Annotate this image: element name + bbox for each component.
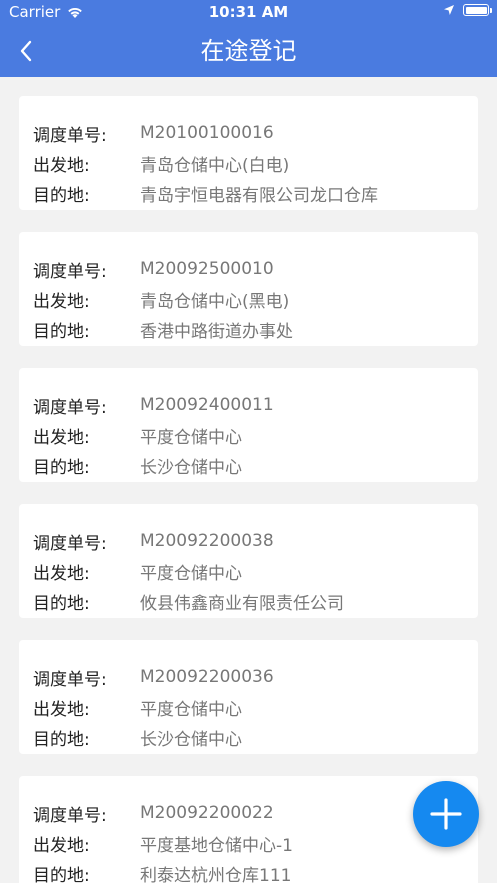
origin-row: 出发地: 平度仓储中心 xyxy=(33,556,464,586)
dispatch-no-row: 调度单号: M20092200022 xyxy=(33,798,464,828)
origin-label: 出发地: xyxy=(33,699,90,720)
dispatch-no-label: 调度单号: xyxy=(33,261,107,282)
record-list[interactable]: 调度单号: M20100100016 出发地: 青岛仓储中心(白电) 目的地: 青岛宇恒电… xyxy=(0,77,497,883)
origin-value: 平度基地仓储中心-1 xyxy=(140,835,293,856)
status-bar: Carrier 10:31 AM xyxy=(0,0,497,25)
nav-bar: 在途登记 xyxy=(0,25,497,77)
destination-label: 目的地: xyxy=(33,185,90,206)
origin-value: 平度仓储中心 xyxy=(140,699,242,720)
origin-value: 平度仓储中心 xyxy=(140,427,242,448)
dispatch-no-value: M20092200022 xyxy=(140,803,274,823)
dispatch-no-value: M20092200038 xyxy=(140,531,274,551)
origin-label: 出发地: xyxy=(33,291,90,312)
destination-row: 目的地: 青岛宇恒电器有限公司龙口仓库 xyxy=(33,178,464,208)
destination-value: 攸县伟鑫商业有限责任公司 xyxy=(140,593,344,614)
origin-row: 出发地: 平度仓储中心 xyxy=(33,692,464,722)
dispatch-no-row: 调度单号: M20100100016 xyxy=(33,118,464,148)
dispatch-no-label: 调度单号: xyxy=(33,669,107,690)
dispatch-no-label: 调度单号: xyxy=(33,533,107,554)
destination-row: 目的地: 攸县伟鑫商业有限责任公司 xyxy=(33,586,464,616)
add-record-button[interactable] xyxy=(413,781,479,847)
destination-label: 目的地: xyxy=(33,593,90,614)
destination-label: 目的地: xyxy=(33,321,90,342)
dispatch-no-label: 调度单号: xyxy=(33,805,107,826)
dispatch-no-label: 调度单号: xyxy=(33,125,107,146)
origin-value: 青岛仓储中心(黑电) xyxy=(140,291,290,312)
dispatch-no-label: 调度单号: xyxy=(33,397,107,418)
dispatch-no-value: M20092200036 xyxy=(140,667,274,687)
origin-row: 出发地: 平度仓储中心 xyxy=(33,420,464,450)
record-card[interactable]: 调度单号: M20092200022 出发地: 平度基地仓储中心-1 目的地: 利泰达杭州… xyxy=(19,776,478,883)
destination-row: 目的地: 长沙仓储中心 xyxy=(33,722,464,752)
origin-label: 出发地: xyxy=(33,835,90,856)
origin-value: 平度仓储中心 xyxy=(140,563,242,584)
origin-label: 出发地: xyxy=(33,155,90,176)
plus-icon xyxy=(430,798,462,830)
origin-label: 出发地: xyxy=(33,563,90,584)
origin-row: 出发地: 青岛仓储中心(白电) xyxy=(33,148,464,178)
origin-value: 青岛仓储中心(白电) xyxy=(140,155,290,176)
page-title: 在途登记 xyxy=(200,37,297,65)
destination-label: 目的地: xyxy=(33,457,90,478)
battery-icon xyxy=(463,4,492,16)
destination-label: 目的地: xyxy=(33,729,90,750)
destination-row: 目的地: 利泰达杭州仓库111 xyxy=(33,858,464,883)
dispatch-no-value: M20092500010 xyxy=(140,259,274,279)
location-arrow-icon xyxy=(444,5,454,15)
dispatch-no-value: M20100100016 xyxy=(140,123,274,143)
status-right-icons xyxy=(443,4,492,16)
destination-row: 目的地: 香港中路街道办事处 xyxy=(33,314,464,344)
dispatch-no-value: M20092400011 xyxy=(140,395,274,415)
destination-value: 利泰达杭州仓库111 xyxy=(140,865,292,883)
dispatch-no-row: 调度单号: M20092200036 xyxy=(33,662,464,692)
destination-value: 长沙仓储中心 xyxy=(140,457,242,478)
destination-label: 目的地: xyxy=(33,865,90,883)
destination-row: 目的地: 长沙仓储中心 xyxy=(33,450,464,480)
destination-value: 长沙仓储中心 xyxy=(140,729,242,750)
record-card[interactable]: 调度单号: M20092200036 出发地: 平度仓储中心目的地: 长沙仓储中心 xyxy=(19,640,478,754)
destination-value: 香港中路街道办事处 xyxy=(140,321,293,342)
record-card[interactable]: 调度单号: M20092500010 出发地: 青岛仓储中心(黑电) 目的地: 香港中路街… xyxy=(19,232,478,346)
dispatch-no-row: 调度单号: M20092500010 xyxy=(33,254,464,284)
record-card[interactable]: 调度单号: M20092400011 出发地: 平度仓储中心目的地: 长沙仓储中心 xyxy=(19,368,478,482)
record-card[interactable]: 调度单号: M20092200038 出发地: 平度仓储中心目的地: 攸县伟鑫商业有限责… xyxy=(19,504,478,618)
status-time: 10:31 AM xyxy=(208,3,289,21)
dispatch-no-row: 调度单号: M20092200038 xyxy=(33,526,464,556)
origin-row: 出发地: 平度基地仓储中心-1 xyxy=(33,828,464,858)
origin-row: 出发地: 青岛仓储中心(黑电) xyxy=(33,284,464,314)
destination-value: 青岛宇恒电器有限公司龙口仓库 xyxy=(140,185,378,206)
dispatch-no-row: 调度单号: M20092400011 xyxy=(33,390,464,420)
record-card[interactable]: 调度单号: M20100100016 出发地: 青岛仓储中心(白电) 目的地: 青岛宇恒电… xyxy=(19,96,478,210)
origin-label: 出发地: xyxy=(33,427,90,448)
